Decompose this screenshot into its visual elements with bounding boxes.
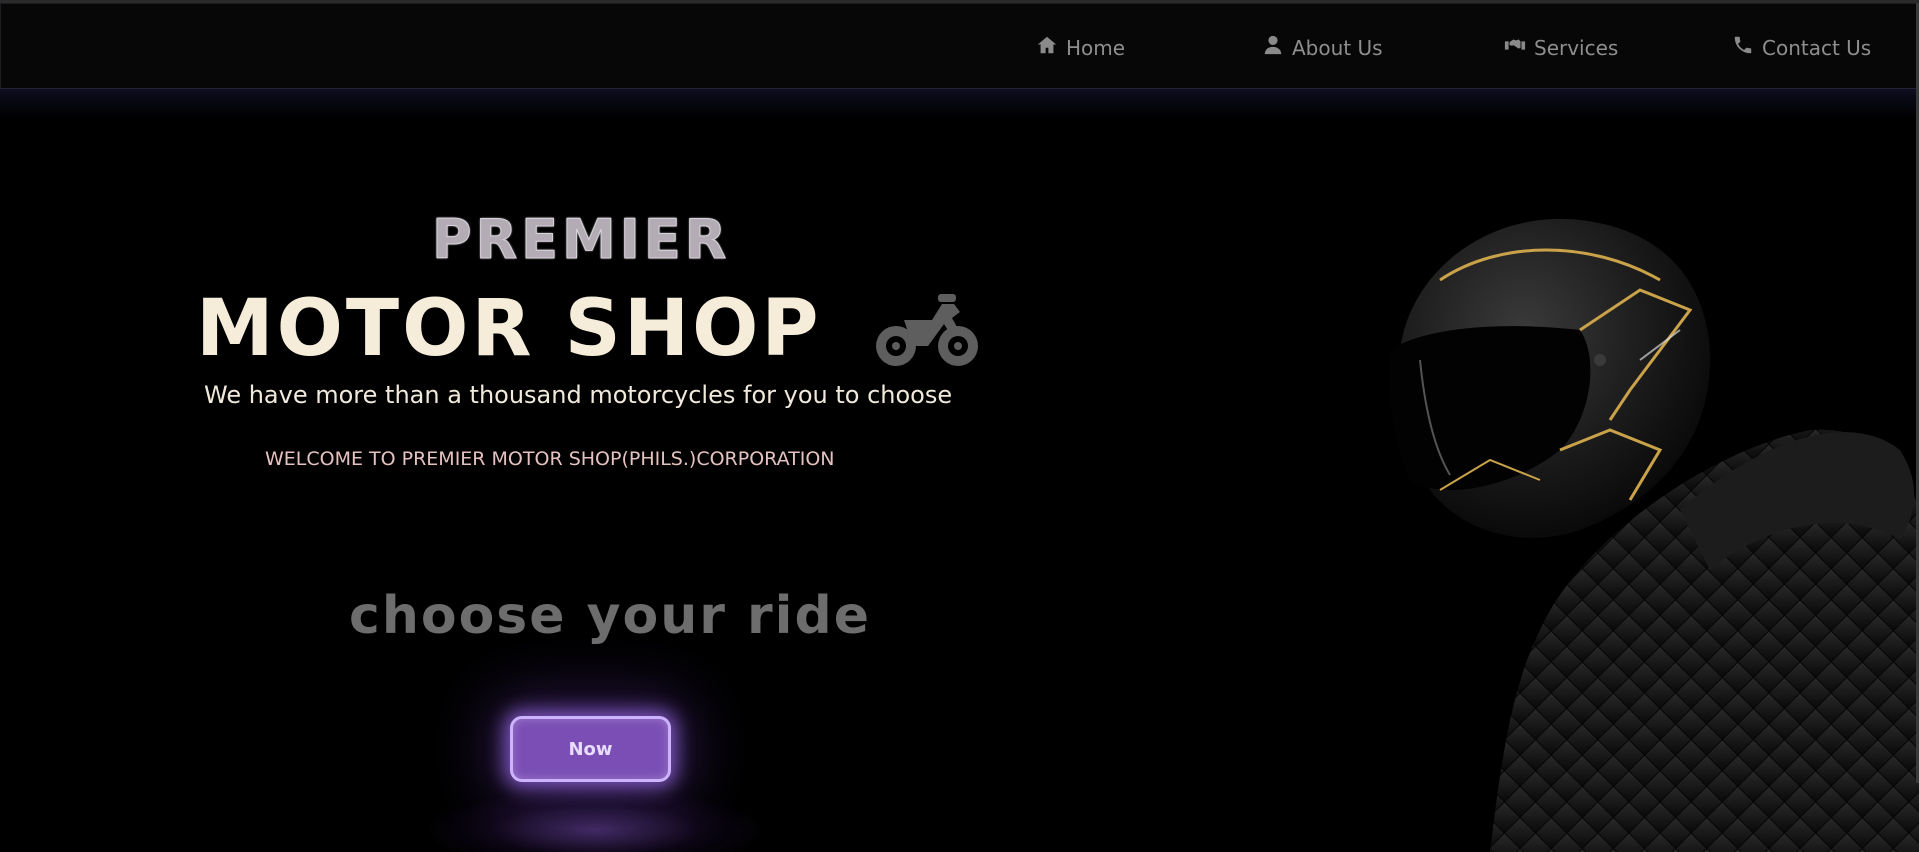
nav-contact-label: Contact Us [1762,35,1872,60]
user-icon [1262,34,1284,61]
hero-title: MOTOR SHOP [196,284,822,374]
motorcycle-icon [876,294,978,366]
helmet-rider-image [1388,218,1919,852]
page: Home About Us Services Contact Us PREMIE… [0,0,1919,852]
nav-home-link[interactable]: Home [1036,34,1125,61]
nav-home-label: Home [1066,35,1126,60]
nav-about-link[interactable]: About Us [1262,34,1383,61]
button-glow [430,790,760,852]
hero-welcome-text: WELCOME TO PREMIER MOTOR SHOP(PHILS.)COR… [265,448,835,470]
hero-tagline: We have more than a thousand motorcycles… [204,381,953,409]
now-button[interactable]: Now [510,716,671,782]
handshake-icon [1504,34,1526,61]
nav-services-link[interactable]: Services [1504,34,1618,61]
nav-services-label: Services [1534,35,1619,60]
nav-glow [0,89,1919,119]
nav-about-label: About Us [1292,35,1383,60]
hero-premier-heading: PREMIER [432,208,731,272]
choose-your-ride-heading: choose your ride [349,586,871,646]
navbar: Home About Us Services Contact Us [0,3,1917,89]
nav-contact-link[interactable]: Contact Us [1732,34,1871,61]
phone-icon [1732,34,1754,61]
home-icon [1036,34,1058,61]
